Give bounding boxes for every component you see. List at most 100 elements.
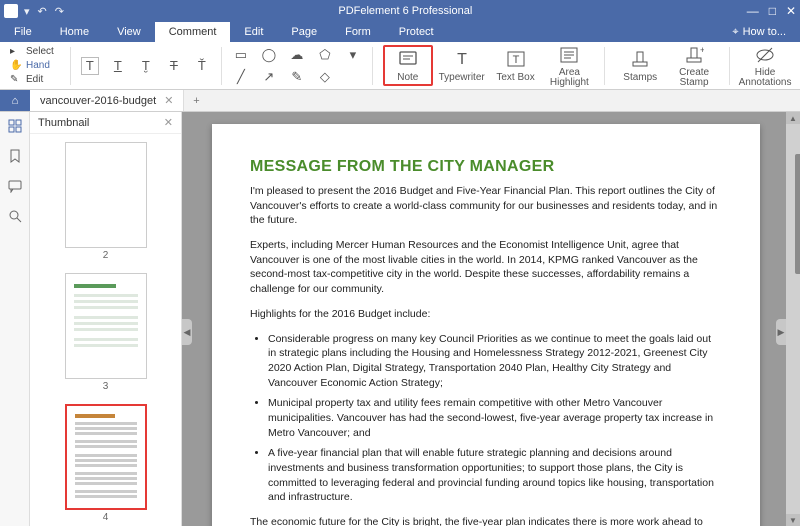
titlebar: ▾ ↶ ↷ PDFelement 6 Professional — □ ✕ [0, 0, 800, 22]
thumbnail-panel-close[interactable]: ✕ [164, 116, 173, 129]
insert-caret-icon[interactable]: Ť [193, 57, 211, 75]
polygon-icon[interactable]: ⬠ [316, 46, 334, 64]
document-viewer[interactable]: ◀ ▶ MESSAGE FROM THE CITY MANAGER I'm pl… [182, 112, 800, 526]
rectangle-icon[interactable]: ▭ [232, 46, 250, 64]
howto-label: How to... [743, 26, 786, 38]
hide-annotations-tool[interactable]: Hide Annotations [740, 44, 790, 88]
thumbnails-panel-button[interactable] [7, 118, 23, 134]
new-tab-button[interactable]: + [184, 90, 208, 111]
line-icon[interactable]: ╱ [232, 68, 250, 86]
page-heading: MESSAGE FROM THE CITY MANAGER [250, 158, 722, 176]
thumbnail-page-number: 3 [65, 379, 147, 400]
oval-icon[interactable]: ◯ [260, 46, 278, 64]
note-label: Note [397, 72, 418, 83]
search-panel-button[interactable] [7, 208, 23, 224]
underline-text-icon[interactable]: T [109, 57, 127, 75]
menu-edit[interactable]: Edit [230, 22, 277, 42]
svg-text:T: T [512, 54, 519, 66]
tab-close-icon[interactable]: ✕ [164, 94, 173, 107]
thumbnail-page[interactable]: 2 [65, 142, 147, 269]
bookmarks-panel-button[interactable] [7, 148, 23, 164]
close-button[interactable]: ✕ [786, 4, 796, 18]
page-bullet: Considerable progress on many key Counci… [268, 332, 722, 391]
area-highlight-tool[interactable]: Area Highlight [544, 44, 594, 88]
document-page: MESSAGE FROM THE CITY MANAGER I'm please… [212, 124, 760, 526]
chevron-down-icon[interactable]: ▾ [344, 46, 362, 64]
strikethrough-icon[interactable]: T [165, 57, 183, 75]
textbox-tool[interactable]: T Text Box [491, 48, 541, 83]
typewriter-tool[interactable]: T Typewriter [437, 48, 487, 83]
qat-undo-icon[interactable]: ↶ [38, 5, 47, 18]
select-mode[interactable]: ▸Select [10, 46, 60, 58]
menu-page[interactable]: Page [277, 22, 331, 42]
menu-comment[interactable]: Comment [155, 22, 231, 42]
app-logo [4, 4, 18, 18]
howto-button[interactable]: ⌖ How to... [718, 22, 800, 42]
create-stamp-tool[interactable]: + Create Stamp [669, 44, 719, 88]
main-area: Thumbnail ✕ 2 3 [0, 112, 800, 526]
qat-redo-icon[interactable]: ↷ [55, 5, 64, 18]
pencil-icon[interactable]: ✎ [288, 68, 306, 86]
select-mode-group: ▸Select ✋Hand ✎Edit [10, 46, 60, 86]
scroll-down-icon[interactable]: ▼ [786, 514, 800, 526]
maximize-button[interactable]: □ [769, 4, 776, 18]
left-sidebar [0, 112, 30, 526]
minimize-button[interactable]: — [747, 4, 759, 18]
thumbnail-list[interactable]: 2 3 4 [30, 134, 181, 526]
create-stamp-icon: + [683, 44, 705, 66]
prev-page-button[interactable]: ◀ [182, 319, 192, 345]
eraser-icon[interactable]: ◇ [316, 68, 334, 86]
vertical-scrollbar[interactable]: ▲ ▼ [786, 112, 800, 526]
highlight-text-icon[interactable]: T [81, 57, 99, 75]
svg-text:T: T [457, 51, 467, 68]
menu-view[interactable]: View [103, 22, 155, 42]
thumbnail-page[interactable]: 4 [65, 404, 147, 526]
cloud-icon[interactable]: ☁ [288, 46, 306, 64]
scroll-up-icon[interactable]: ▲ [786, 112, 800, 124]
page-bullet-list: Considerable progress on many key Counci… [268, 332, 722, 506]
edit-mode[interactable]: ✎Edit [10, 74, 60, 86]
hand-mode[interactable]: ✋Hand [10, 60, 60, 72]
arrow-icon[interactable]: ↗ [260, 68, 278, 86]
stamps-label: Stamps [623, 72, 657, 83]
typewriter-icon: T [451, 48, 473, 70]
typewriter-label: Typewriter [439, 72, 485, 83]
separator [604, 47, 605, 85]
menu-file[interactable]: File [0, 22, 46, 42]
page-paragraph: Highlights for the 2016 Budget include: [250, 307, 722, 322]
thumbnail-panel: Thumbnail ✕ 2 3 [30, 112, 182, 526]
menu-home[interactable]: Home [46, 22, 103, 42]
text-style-tools: T T T̮ T Ť [81, 57, 211, 75]
tab-label: vancouver-2016-budget [40, 95, 156, 107]
location-icon: ⌖ [732, 26, 738, 39]
thumbnail-page[interactable]: 3 [65, 273, 147, 400]
hand-icon: ✋ [10, 60, 22, 72]
ribbon: ▸Select ✋Hand ✎Edit T T T̮ T Ť ▭ ◯ ☁ ⬠ ▾… [0, 42, 800, 90]
next-page-button[interactable]: ▶ [776, 319, 786, 345]
stamps-tool[interactable]: Stamps [615, 48, 665, 83]
separator [372, 47, 373, 85]
menu-form[interactable]: Form [331, 22, 385, 42]
document-tab[interactable]: vancouver-2016-budget ✕ [30, 90, 184, 111]
menubar: File Home View Comment Edit Page Form Pr… [0, 22, 800, 42]
separator [729, 47, 730, 85]
cursor-icon: ▸ [10, 46, 22, 58]
note-tool[interactable]: Note [383, 45, 433, 86]
hide-annotations-label: Hide Annotations [739, 68, 792, 88]
home-tab-button[interactable]: ⌂ [0, 90, 30, 111]
tabstrip: ⌂ vancouver-2016-budget ✕ + [0, 90, 800, 112]
hide-annotations-icon [754, 44, 776, 66]
area-highlight-label: Area Highlight [544, 68, 594, 88]
app-title: PDFelement 6 Professional [64, 5, 747, 17]
qat-save-icon[interactable]: ▾ [24, 5, 30, 18]
comments-panel-button[interactable] [7, 178, 23, 194]
caret-icon[interactable]: T̮ [137, 57, 155, 75]
area-highlight-icon [558, 44, 580, 66]
page-paragraph: The economic future for the City is brig… [250, 515, 722, 526]
shape-tools: ▭ ◯ ☁ ⬠ ▾ ╱ ↗ ✎ ◇ [232, 46, 362, 86]
scroll-thumb[interactable] [795, 154, 800, 274]
menu-protect[interactable]: Protect [385, 22, 448, 42]
thumbnail-panel-title: Thumbnail [38, 117, 89, 129]
page-bullet: Municipal property tax and utility fees … [268, 396, 722, 440]
edit-icon: ✎ [10, 74, 22, 86]
